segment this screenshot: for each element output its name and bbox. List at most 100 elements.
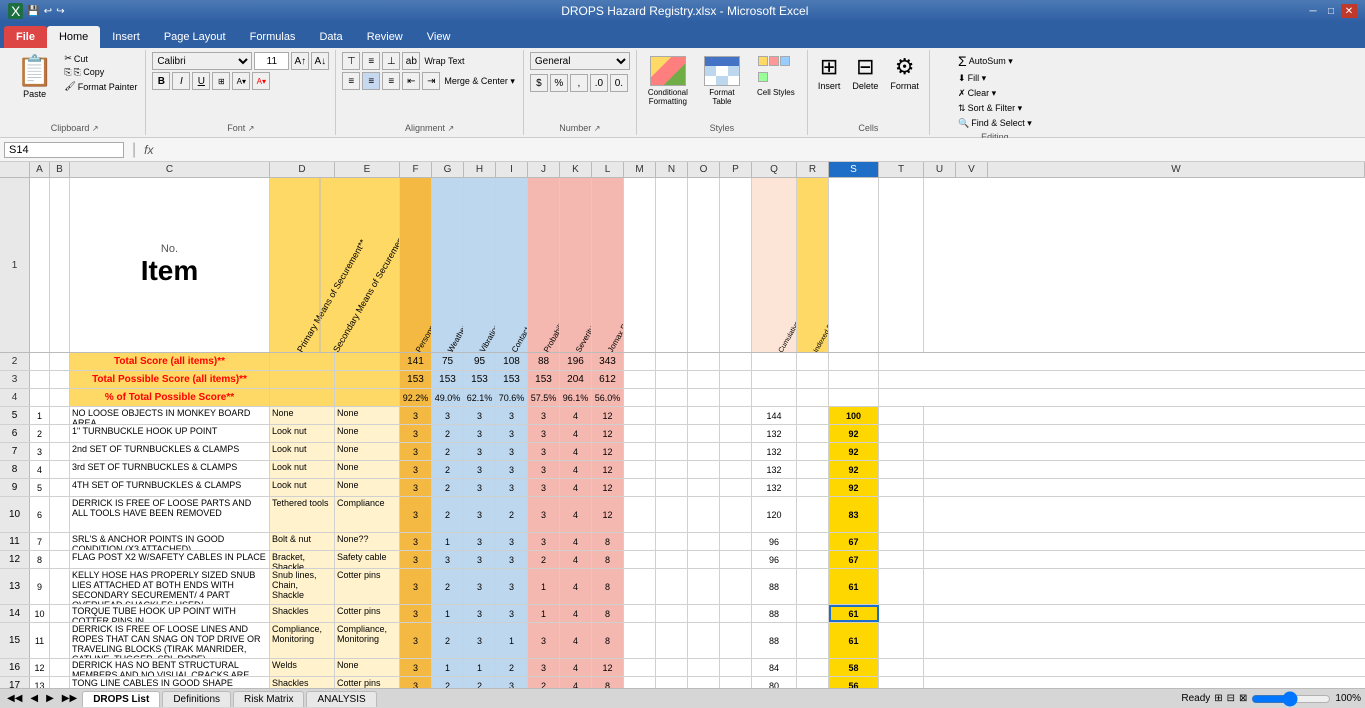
col-header-m[interactable]: M bbox=[624, 162, 656, 177]
cell-h[interactable]: 3 bbox=[464, 425, 496, 442]
cell-f[interactable]: 3 bbox=[400, 443, 432, 460]
cell-r[interactable] bbox=[797, 677, 829, 688]
cell-1f[interactable]: Personnel Frequently Beneath? (1=3, M=2,… bbox=[400, 178, 432, 352]
r4-k[interactable]: 96.1% bbox=[560, 389, 592, 406]
cell-r[interactable] bbox=[797, 533, 829, 550]
cell-n[interactable] bbox=[656, 659, 688, 676]
tab-insert[interactable]: Insert bbox=[100, 26, 152, 48]
sheet-tab-drops-list[interactable]: DROPS List bbox=[82, 691, 160, 707]
cell-o[interactable] bbox=[688, 551, 720, 568]
col-header-c[interactable]: C bbox=[70, 162, 270, 177]
cell-no[interactable]: 2 bbox=[30, 425, 50, 442]
cell-item[interactable]: TONG LINE CABLES IN GOOD SHAPE (ESPECIAL… bbox=[70, 677, 270, 688]
cell-g[interactable]: 3 bbox=[432, 551, 464, 568]
r3-o[interactable] bbox=[688, 371, 720, 388]
tab-nav-next[interactable]: ▶ bbox=[43, 693, 57, 704]
cell-rest[interactable] bbox=[924, 551, 1365, 568]
r3-rest[interactable] bbox=[879, 371, 1365, 388]
cell-l[interactable]: 8 bbox=[592, 551, 624, 568]
cell-no[interactable]: 5 bbox=[30, 479, 50, 496]
cell-j[interactable]: 2 bbox=[528, 677, 560, 688]
cell-r[interactable] bbox=[797, 425, 829, 442]
accounting-format[interactable]: $ bbox=[530, 74, 548, 92]
format-painter-button[interactable]: 🖌 Format Painter bbox=[62, 80, 139, 93]
cell-p[interactable] bbox=[720, 677, 752, 688]
r2-r[interactable] bbox=[797, 353, 829, 370]
tab-nav-left[interactable]: ◀◀ bbox=[4, 693, 25, 704]
r4-rest[interactable] bbox=[879, 389, 1365, 406]
r3-r[interactable] bbox=[797, 371, 829, 388]
comma-format[interactable]: , bbox=[570, 74, 588, 92]
r2-p[interactable] bbox=[720, 353, 752, 370]
cell-g[interactable]: 2 bbox=[432, 497, 464, 532]
col-header-j[interactable]: J bbox=[528, 162, 560, 177]
col-header-d[interactable]: D bbox=[270, 162, 335, 177]
r2-g[interactable]: 75 bbox=[432, 353, 464, 370]
r3-s[interactable] bbox=[829, 371, 879, 388]
cell-item[interactable]: DERRICK IS FREE OF LOOSE LINES AND ROPES… bbox=[70, 623, 270, 658]
cell-1j[interactable]: Probability (1-5)** bbox=[528, 178, 560, 352]
indent-increase[interactable]: ⇥ bbox=[422, 72, 440, 90]
cell-i[interactable]: 3 bbox=[496, 425, 528, 442]
tab-data[interactable]: Data bbox=[307, 26, 354, 48]
cell-primary[interactable]: Welds bbox=[270, 659, 335, 676]
cell-t[interactable] bbox=[879, 407, 924, 424]
r4-j[interactable]: 57.5% bbox=[528, 389, 560, 406]
cell-1s[interactable] bbox=[829, 178, 879, 352]
cell-r[interactable] bbox=[797, 659, 829, 676]
cell-1q[interactable]: Cumulative Risk Score (Sum of Blue - Jom… bbox=[752, 178, 797, 352]
r3-m[interactable] bbox=[624, 371, 656, 388]
cell-h[interactable]: 3 bbox=[464, 551, 496, 568]
r3-g[interactable]: 153 bbox=[432, 371, 464, 388]
cell-p[interactable] bbox=[720, 533, 752, 550]
cell-1b[interactable] bbox=[50, 178, 70, 352]
cell-h[interactable]: 3 bbox=[464, 569, 496, 604]
r3-n[interactable] bbox=[656, 371, 688, 388]
align-right[interactable]: ≡ bbox=[382, 72, 400, 90]
cell-no[interactable]: 6 bbox=[30, 497, 50, 532]
cell-r[interactable] bbox=[797, 551, 829, 568]
cell-m[interactable] bbox=[624, 461, 656, 478]
cell-p[interactable] bbox=[720, 569, 752, 604]
cell-b[interactable] bbox=[50, 443, 70, 460]
cell-n[interactable] bbox=[656, 551, 688, 568]
cell-m[interactable] bbox=[624, 677, 656, 688]
cell-f[interactable]: 3 bbox=[400, 461, 432, 478]
cell-no[interactable]: 7 bbox=[30, 533, 50, 550]
r4-d[interactable] bbox=[270, 389, 335, 406]
cell-g[interactable]: 2 bbox=[432, 479, 464, 496]
col-header-b[interactable]: B bbox=[50, 162, 70, 177]
cell-indexed[interactable]: 58 bbox=[829, 659, 879, 676]
cell-l[interactable]: 8 bbox=[592, 569, 624, 604]
cell-item[interactable]: KELLY HOSE HAS PROPERLY SIZED SNUB LIES … bbox=[70, 569, 270, 604]
cell-b[interactable] bbox=[50, 425, 70, 442]
cell-cumulative[interactable]: 88 bbox=[752, 605, 797, 622]
col-header-e[interactable]: E bbox=[335, 162, 400, 177]
cell-item[interactable]: DERRICK HAS NO BENT STRUCTURAL MEMBERS A… bbox=[70, 659, 270, 676]
cell-cumulative[interactable]: 96 bbox=[752, 551, 797, 568]
cell-g[interactable]: 3 bbox=[432, 407, 464, 424]
cell-no[interactable]: 12 bbox=[30, 659, 50, 676]
cell-h[interactable]: 2 bbox=[464, 677, 496, 688]
quick-access-redo[interactable]: ↪ bbox=[56, 6, 64, 17]
cell-secondary[interactable]: Cotter pins bbox=[335, 605, 400, 622]
cell-rest[interactable] bbox=[924, 677, 1365, 688]
cell-o[interactable] bbox=[688, 677, 720, 688]
cell-m[interactable] bbox=[624, 533, 656, 550]
cell-item[interactable]: FLAG POST X2 W/SAFETY CABLES IN PLACE bbox=[70, 551, 270, 568]
cell-1o[interactable] bbox=[688, 178, 720, 352]
r3-k[interactable]: 204 bbox=[560, 371, 592, 388]
col-header-r[interactable]: R bbox=[797, 162, 829, 177]
cell-no[interactable]: 10 bbox=[30, 605, 50, 622]
cell-k[interactable]: 4 bbox=[560, 407, 592, 424]
cell-t[interactable] bbox=[879, 425, 924, 442]
r2-l[interactable]: 343 bbox=[592, 353, 624, 370]
col-header-n[interactable]: N bbox=[656, 162, 688, 177]
cell-o[interactable] bbox=[688, 425, 720, 442]
cell-secondary[interactable]: None bbox=[335, 461, 400, 478]
wrap-text-button[interactable]: Wrap Text bbox=[422, 52, 466, 70]
cell-1i[interactable]: Contact with moving parts? (1=3, M=2, L=… bbox=[496, 178, 528, 352]
cell-k[interactable]: 4 bbox=[560, 479, 592, 496]
cell-rest[interactable] bbox=[924, 425, 1365, 442]
cell-m[interactable] bbox=[624, 497, 656, 532]
